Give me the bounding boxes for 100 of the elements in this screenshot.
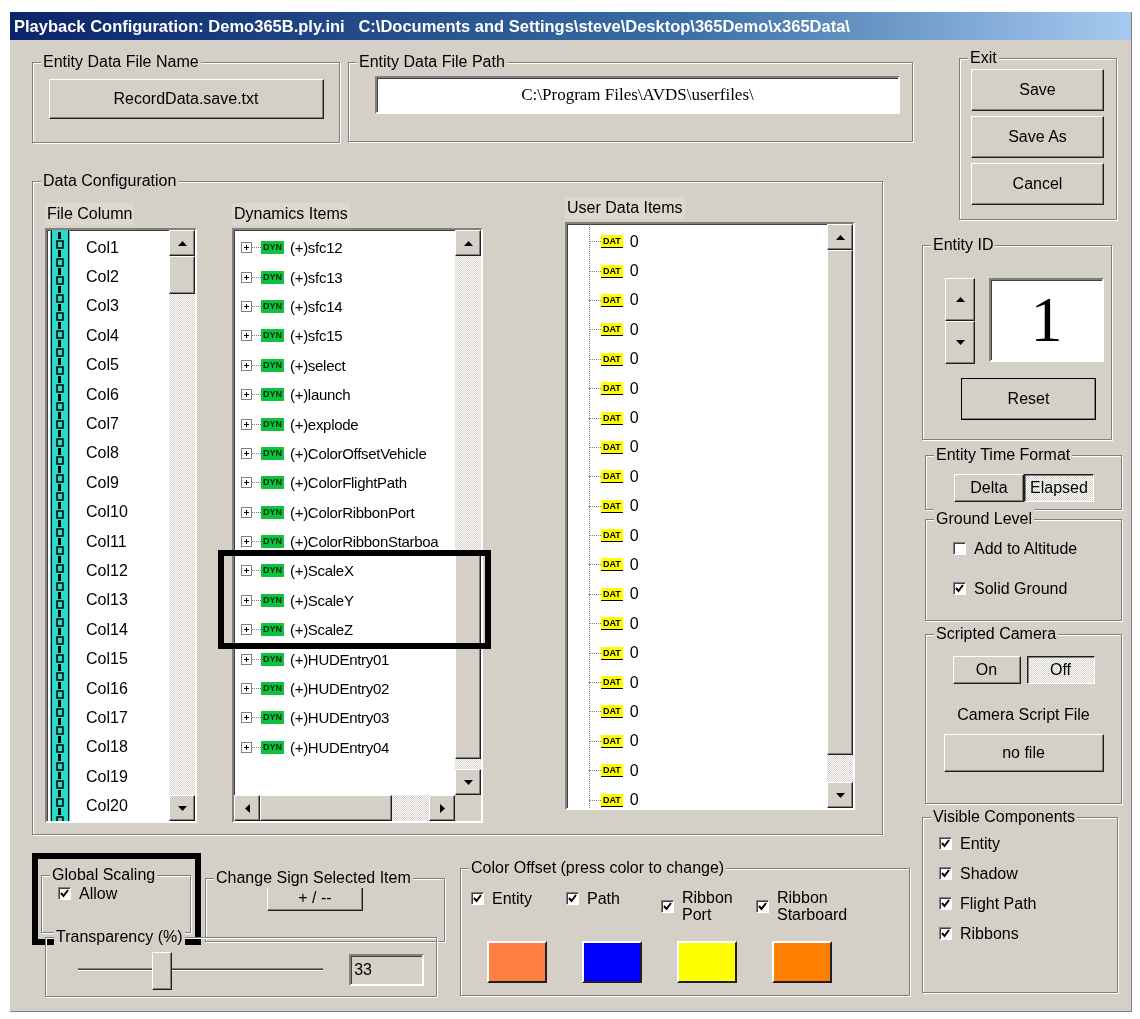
toggle-button[interactable]: Delta bbox=[954, 474, 1024, 502]
list-item[interactable]: Col4 bbox=[86, 321, 169, 351]
tree-item[interactable]: (+)ColorRibbonPort bbox=[290, 503, 415, 521]
tree-item[interactable]: (+)HUDEntry04 bbox=[290, 738, 390, 756]
spin-up-button[interactable] bbox=[945, 278, 975, 321]
list-item[interactable]: Col16 bbox=[86, 673, 169, 704]
tree-item[interactable]: (+)select bbox=[290, 356, 346, 374]
expand-icon[interactable] bbox=[241, 271, 252, 283]
color-swatch-button[interactable] bbox=[772, 941, 832, 983]
list-item[interactable]: Col19 bbox=[86, 762, 169, 792]
tree-item[interactable]: 0 bbox=[629, 497, 639, 516]
toggle-button[interactable]: Off bbox=[1026, 656, 1095, 684]
tree-item[interactable]: 0 bbox=[629, 585, 639, 604]
toggle-button[interactable]: Elapsed bbox=[1024, 474, 1094, 502]
list-item[interactable]: Col14 bbox=[86, 615, 169, 645]
tree-item[interactable]: (+)ColorFlightPath bbox=[290, 474, 407, 492]
tree-item[interactable]: 0 bbox=[629, 320, 639, 339]
scroll-thumb[interactable] bbox=[455, 553, 481, 759]
tree-item[interactable]: (+)sfc14 bbox=[290, 297, 343, 315]
checkbox[interactable] bbox=[939, 867, 952, 880]
tree-item[interactable]: (+)sfc12 bbox=[290, 239, 343, 257]
checkbox[interactable] bbox=[58, 887, 71, 900]
tree-view[interactable] bbox=[232, 228, 483, 823]
scroll-thumb[interactable] bbox=[260, 795, 392, 821]
tree-item[interactable]: (+)ScaleX bbox=[290, 562, 354, 580]
scroll-thumb[interactable] bbox=[169, 256, 195, 294]
scroll-down-button[interactable] bbox=[455, 769, 481, 795]
tree-item[interactable]: (+)launch bbox=[290, 386, 351, 404]
tree-item[interactable]: (+)ColorOffsetVehicle bbox=[290, 444, 427, 462]
checkbox[interactable] bbox=[939, 927, 952, 940]
scroll-right-button[interactable] bbox=[429, 795, 455, 821]
expand-icon[interactable] bbox=[241, 536, 252, 548]
reset-button[interactable]: Reset bbox=[961, 378, 1096, 420]
file-name-button[interactable]: RecordData.save.txt bbox=[48, 79, 324, 119]
expand-icon[interactable] bbox=[241, 653, 252, 665]
scroll-up-button[interactable] bbox=[169, 230, 195, 256]
color-swatch-button[interactable] bbox=[582, 941, 642, 983]
tree-item[interactable]: 0 bbox=[629, 409, 639, 428]
tree-item[interactable]: (+)HUDEntry02 bbox=[290, 680, 390, 698]
tree-item[interactable]: 0 bbox=[629, 702, 639, 721]
scrollbar[interactable] bbox=[234, 795, 455, 821]
list-item[interactable]: Col2 bbox=[86, 262, 169, 292]
list-item[interactable]: Col3 bbox=[86, 291, 169, 322]
tree-item[interactable]: 0 bbox=[629, 644, 639, 663]
tree-item[interactable]: 0 bbox=[629, 614, 639, 633]
scroll-down-button[interactable] bbox=[169, 795, 195, 821]
list-item[interactable]: Col6 bbox=[86, 379, 169, 410]
expand-icon[interactable] bbox=[241, 477, 252, 489]
tree-item[interactable]: 0 bbox=[629, 262, 639, 281]
color-swatch-button[interactable] bbox=[487, 941, 547, 983]
tree-view[interactable]: DAT 0 DAT 0 DAT 0 DAT 0 DAT 0 DAT 0 DAT 0 DAT 0 DAT 0 DAT 0 DAT 0 DAT 0 DAT 0 DAT 0 DAT 0 DAT 0 DAT 0 DAT 0 DAT 0 DAT 0 bbox=[565, 222, 855, 810]
tree-item[interactable]: 0 bbox=[629, 556, 639, 574]
color-swatch-button[interactable] bbox=[677, 941, 737, 983]
expand-icon[interactable] bbox=[241, 683, 252, 695]
list-item[interactable]: Col11 bbox=[86, 526, 169, 557]
checkbox[interactable] bbox=[939, 897, 952, 910]
tree-item[interactable]: 0 bbox=[629, 526, 639, 545]
checkbox[interactable] bbox=[471, 892, 484, 905]
tree-item[interactable]: 0 bbox=[629, 673, 639, 692]
tree-item[interactable]: 0 bbox=[629, 791, 639, 808]
checkbox[interactable] bbox=[953, 542, 966, 555]
tree-item[interactable]: 0 bbox=[629, 467, 639, 486]
scroll-left-button[interactable] bbox=[234, 795, 260, 821]
list-item[interactable]: Col18 bbox=[86, 732, 169, 763]
scrollbar[interactable] bbox=[169, 230, 195, 821]
scroll-up-button[interactable] bbox=[455, 230, 481, 256]
list-box[interactable]: Col1 Col2 Col3 Col4 Col5 Col6 Col7 Col8 Col9 Col10 Col11 Col12 Col13 Col14 Col15 Col16 Col17 Col18 Col19 Col20 bbox=[45, 228, 197, 823]
expand-icon[interactable] bbox=[241, 506, 252, 518]
exit-button[interactable]: Save As bbox=[971, 116, 1104, 158]
expand-icon[interactable] bbox=[241, 300, 252, 312]
scroll-up-button[interactable] bbox=[827, 224, 853, 250]
tree-item[interactable]: (+)HUDEntry03 bbox=[290, 709, 390, 727]
tree-item[interactable]: (+)ColorRibbonStarboa bbox=[290, 533, 439, 551]
list-item[interactable]: Col17 bbox=[86, 703, 169, 733]
tree-item[interactable]: (+)sfc15 bbox=[290, 327, 343, 345]
scroll-down-button[interactable] bbox=[827, 782, 853, 808]
expand-icon[interactable] bbox=[241, 330, 252, 342]
spin-down-button[interactable] bbox=[945, 321, 975, 364]
expand-icon[interactable] bbox=[241, 418, 252, 430]
id-field[interactable]: 1 bbox=[989, 278, 1104, 362]
exit-button[interactable]: Save bbox=[971, 69, 1104, 111]
list-item[interactable]: Col5 bbox=[86, 350, 169, 380]
checkbox[interactable] bbox=[953, 582, 966, 595]
tree-item[interactable]: (+)ScaleY bbox=[290, 591, 354, 609]
expand-icon[interactable] bbox=[241, 594, 252, 606]
file-button[interactable]: no file bbox=[943, 734, 1104, 772]
path-field[interactable]: C:\Program Files\AVDS\userfiles\ bbox=[375, 76, 900, 114]
tree-item[interactable]: (+)HUDEntry01 bbox=[290, 650, 390, 668]
list-item[interactable]: Col12 bbox=[86, 556, 169, 586]
tree-item[interactable]: 0 bbox=[629, 232, 639, 251]
exit-button[interactable]: Cancel bbox=[971, 163, 1104, 205]
tree-item[interactable]: 0 bbox=[629, 761, 639, 780]
checkbox[interactable] bbox=[566, 892, 579, 905]
list-item[interactable]: Col9 bbox=[86, 468, 169, 498]
expand-icon[interactable] bbox=[241, 712, 252, 724]
list-item[interactable]: Col20 bbox=[86, 791, 169, 821]
tree-item[interactable]: (+)ScaleZ bbox=[290, 621, 353, 639]
list-item[interactable]: Col1 bbox=[86, 233, 169, 263]
tree-item[interactable]: (+)sfc13 bbox=[290, 268, 343, 286]
expand-icon[interactable] bbox=[241, 242, 252, 254]
